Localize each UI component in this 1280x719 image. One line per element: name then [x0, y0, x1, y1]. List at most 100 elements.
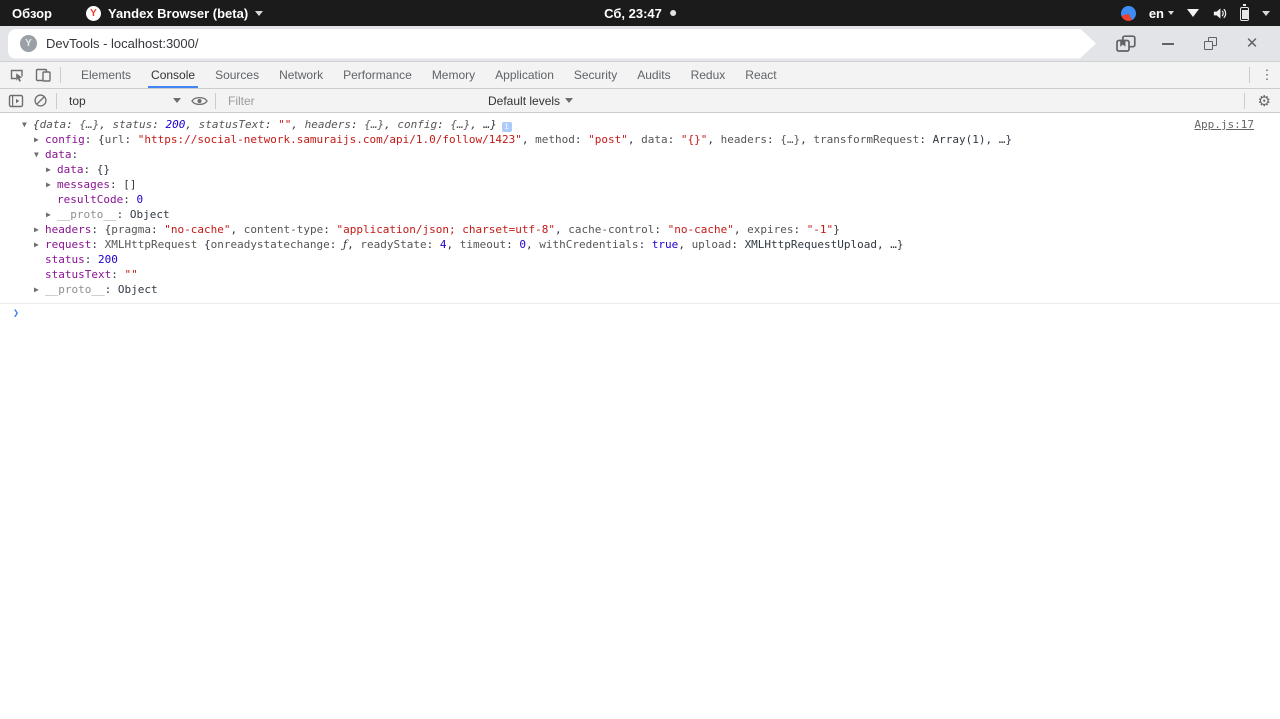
console-token: messages — [57, 178, 110, 191]
disclosure-right-icon[interactable]: ▶ — [34, 132, 45, 147]
tab-console[interactable]: Console — [141, 62, 205, 88]
console-token: , — [525, 238, 540, 251]
console-token: , …} — [470, 118, 497, 131]
devtools-tabs: Elements Console Sources Network Performance… — [71, 62, 787, 88]
disclosure-right-icon[interactable]: ▶ — [46, 207, 57, 222]
console-row: ▶ request: XMLHttpRequest {onreadystatech… — [0, 237, 1280, 252]
console-token: , — [678, 238, 692, 251]
console-row: ▶ __proto__: Object — [0, 207, 1280, 222]
console-token: {…} — [780, 133, 801, 146]
keyboard-layout-indicator[interactable]: en — [1149, 6, 1174, 21]
console-token: , …} — [877, 238, 904, 251]
console-token: : — [124, 133, 138, 146]
disclosure-down-icon[interactable]: ▼ — [34, 147, 45, 162]
console-token: expires — [747, 223, 794, 236]
console-token: : — [116, 208, 130, 221]
console-row: ▶ config: {url: "https://social-network.s… — [0, 132, 1280, 147]
console-token: statusText — [198, 118, 265, 131]
console-token: true — [651, 238, 679, 251]
tab-network[interactable]: Network — [269, 62, 333, 88]
console-token: { — [33, 118, 40, 131]
console-token: request — [45, 238, 92, 251]
console-token: , — [230, 223, 244, 236]
tab-performance[interactable]: Performance — [333, 62, 422, 88]
filter-input[interactable] — [228, 93, 478, 108]
console-prompt[interactable]: ❯ — [0, 303, 1280, 322]
console-token: , — [384, 118, 398, 131]
device-toolbar-button[interactable] — [30, 62, 56, 88]
console-sidebar-toggle-button[interactable] — [4, 90, 28, 112]
console-token: , — [347, 238, 361, 251]
browser-tab[interactable]: Y DevTools - localhost:3000/ — [8, 29, 1096, 59]
console-token: , …} — [985, 133, 1013, 146]
console-row: statusText: "" — [0, 267, 1280, 282]
close-button[interactable]: ✕ — [1236, 30, 1268, 58]
disclosure-right-icon[interactable]: ▶ — [46, 162, 57, 177]
console-token: : — [264, 118, 279, 131]
console-token: : { — [84, 133, 105, 146]
restore-icon — [1203, 37, 1217, 50]
devtools-menu-button[interactable]: ⋮ — [1254, 62, 1280, 88]
activities-button[interactable]: Обзор — [12, 6, 52, 21]
console-row: ▶ __proto__: Object — [0, 282, 1280, 297]
console-row: resultCode: 0 — [0, 192, 1280, 207]
tab-application[interactable]: Application — [485, 62, 564, 88]
tab-sources[interactable]: Sources — [205, 62, 269, 88]
console-token: config — [45, 133, 85, 146]
console-settings-button[interactable]: ⚙ — [1249, 92, 1280, 110]
console-token: Array(1) — [932, 133, 986, 146]
console-token: : — [150, 223, 165, 236]
browser-tray-icon[interactable] — [1120, 5, 1136, 21]
tab-security[interactable]: Security — [564, 62, 627, 88]
network-icon[interactable] — [1187, 9, 1199, 17]
inspect-element-button[interactable] — [4, 62, 30, 88]
source-location-link[interactable]: App.js:17 — [1194, 117, 1254, 132]
live-expression-button[interactable] — [187, 90, 211, 112]
clear-console-button[interactable] — [28, 90, 52, 112]
console-token: __proto__ — [45, 283, 105, 296]
tab-elements[interactable]: Elements — [71, 62, 141, 88]
tab-memory[interactable]: Memory — [422, 62, 485, 88]
console-token: "-1" — [806, 223, 834, 236]
chevron-down-icon[interactable] — [1262, 10, 1270, 16]
console-token: , — [521, 133, 536, 146]
disclosure-right-icon[interactable]: ▶ — [34, 237, 45, 252]
log-levels-select[interactable]: Default levels — [488, 94, 574, 108]
separator — [56, 92, 57, 109]
info-icon[interactable]: i — [501, 121, 512, 132]
disclosure-down-icon[interactable]: ▼ — [22, 117, 33, 132]
battery-icon[interactable] — [1240, 4, 1249, 21]
console-token: : — [731, 238, 745, 251]
console-token: data — [641, 133, 668, 146]
console-token: : — [766, 133, 781, 146]
disclosure-right-icon[interactable]: ▶ — [46, 177, 57, 192]
disclosure-right-icon[interactable]: ▶ — [34, 222, 45, 237]
clock[interactable]: Сб, 23:47 — [604, 6, 676, 21]
chevron-down-icon — [255, 10, 264, 16]
console-token: : — [667, 133, 681, 146]
tab-audits[interactable]: Audits — [627, 62, 680, 88]
console-token: : — [426, 238, 440, 251]
device-icon — [35, 68, 51, 82]
eye-icon — [190, 96, 208, 105]
restore-button[interactable] — [1194, 30, 1226, 58]
panels-icon — [1116, 34, 1136, 52]
sidebar-toggle-icon — [8, 94, 24, 107]
console-token: withCredentials — [539, 238, 639, 251]
minimize-button[interactable] — [1152, 30, 1184, 58]
console-token: : — [323, 223, 337, 236]
disclosure-right-icon[interactable]: ▶ — [34, 282, 45, 297]
console-token: 0 — [136, 193, 144, 206]
console-token: config — [397, 118, 438, 131]
app-menu-button[interactable]: Y Yandex Browser (beta) — [86, 5, 264, 21]
tab-react[interactable]: React — [735, 62, 786, 88]
console-token: XMLHttpRequest — [104, 238, 204, 251]
execution-context-select[interactable]: top — [61, 90, 187, 112]
panels-button[interactable] — [1110, 30, 1142, 58]
tab-redux[interactable]: Redux — [681, 62, 736, 88]
console-token: "post" — [588, 133, 628, 146]
console-row: status: 200 — [0, 252, 1280, 267]
volume-icon[interactable] — [1212, 6, 1227, 21]
console-token: : — [329, 238, 344, 251]
window-title: DevTools - localhost:3000/ — [46, 36, 199, 51]
